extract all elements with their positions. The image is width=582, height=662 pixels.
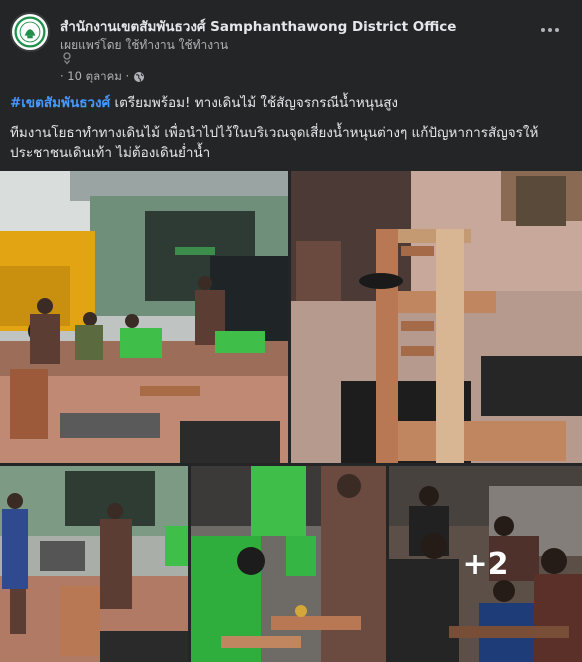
- post-header: สำนักงานเขตสัมพันธวงศ์ Samphanthawong Di…: [0, 0, 582, 90]
- photo-2[interactable]: [291, 171, 582, 463]
- page-name[interactable]: สำนักงานเขตสัมพันธวงศ์ Samphanthawong Di…: [60, 15, 456, 37]
- headline-text: เตรียมพร้อม! ทางเดินไม้ ใช้สัญจรกรณีน้ำห…: [110, 95, 399, 111]
- publisher-line[interactable]: เผยแพร่โดย ใช้ทำงาน ใช้ทำงาน: [60, 36, 228, 55]
- photo-workers-storefront: [0, 466, 188, 662]
- photo-workers-hammering: [191, 466, 386, 662]
- more-horizontal-icon: [541, 28, 545, 32]
- district-seal-logo: [13, 15, 47, 49]
- post-date[interactable]: · 10 ตุลาคม ·: [60, 68, 129, 86]
- post-meta: · 10 ตุลาคม ·: [60, 68, 145, 86]
- photo-1[interactable]: [0, 171, 288, 463]
- person-outline-icon: [63, 52, 71, 65]
- photo-5[interactable]: +2: [389, 466, 582, 662]
- post-message: #เขตสัมพันธวงศ์ เตรียมพร้อม! ทางเดินไม้ …: [10, 93, 575, 173]
- more-options-button[interactable]: [538, 18, 562, 42]
- hashtag-link[interactable]: #เขตสัมพันธวงศ์: [10, 95, 110, 111]
- more-photos-count: +2: [462, 546, 509, 582]
- post-headline: #เขตสัมพันธวงศ์ เตรียมพร้อม! ทางเดินไม้ …: [10, 93, 575, 113]
- globe-icon[interactable]: [133, 71, 145, 83]
- photo-walkway-closeup: [291, 171, 582, 463]
- photo-storefront-workers: [0, 171, 288, 463]
- page-avatar[interactable]: [10, 12, 50, 52]
- more-photos-overlay[interactable]: +2: [389, 466, 582, 662]
- photo-4[interactable]: [191, 466, 386, 662]
- photo-3[interactable]: [0, 466, 188, 662]
- post-body: ทีมงานโยธาทำทางเดินไม้ เพื่อนำไปไว้ในบริ…: [10, 125, 539, 161]
